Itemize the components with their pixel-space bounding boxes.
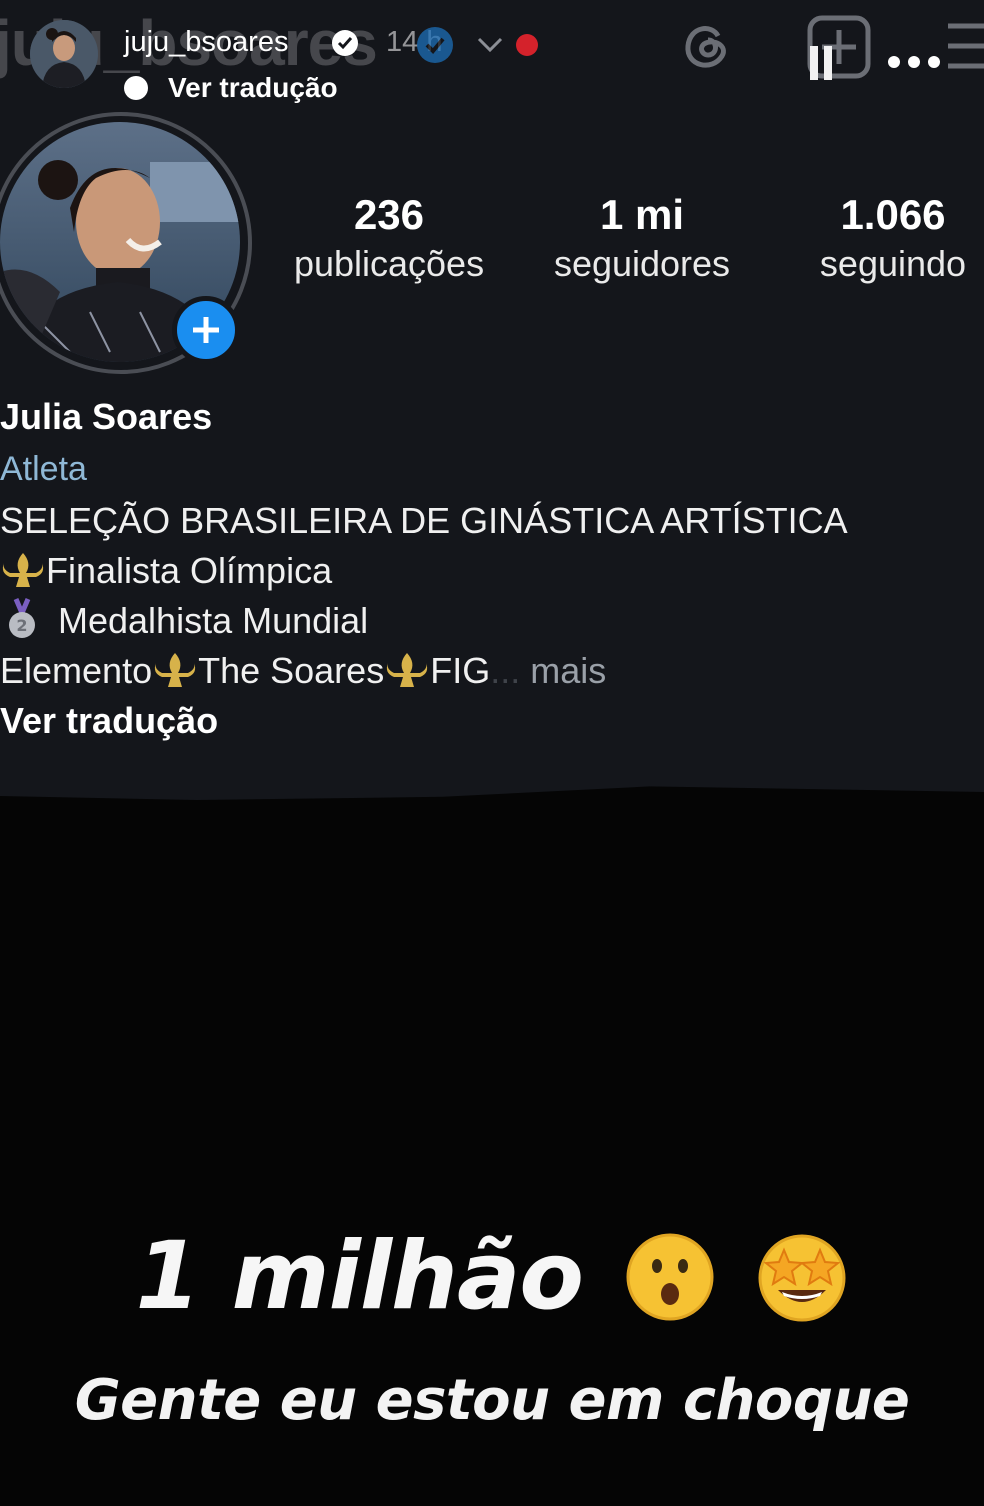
live-dot xyxy=(516,34,538,56)
profile-name: Julia Soares xyxy=(0,396,213,437)
posts-count: 236 xyxy=(353,191,425,238)
menu-icon[interactable] xyxy=(944,20,984,72)
posts-label: publicações xyxy=(293,243,485,284)
bio-more-link[interactable]: mais xyxy=(530,650,606,691)
more-dots-icon[interactable] xyxy=(884,50,944,74)
following-count: 1.066 xyxy=(840,191,946,238)
threads-icon[interactable] xyxy=(676,16,736,76)
silver-medal-icon: 2 xyxy=(9,598,35,638)
bio-ellipsis: ... xyxy=(490,650,521,691)
bio-line: Finalista Olímpica xyxy=(0,546,984,596)
following-label: seguindo xyxy=(819,243,967,284)
add-story-button[interactable] xyxy=(172,296,240,364)
bio-line: 2 Medalhista Mundial xyxy=(0,596,984,646)
following-stat[interactable]: 1.066 seguindo xyxy=(800,190,984,288)
translate-icon xyxy=(124,76,148,100)
plus-icon xyxy=(193,317,219,343)
story-username[interactable]: juju_bsoares xyxy=(124,26,288,59)
verified-badge-ghost-icon xyxy=(417,27,453,63)
profile-category: Atleta xyxy=(0,450,87,488)
bio-line: Elemento The Soares FIG... mais xyxy=(0,650,607,691)
story-avatar[interactable] xyxy=(30,20,98,88)
fleur-de-lis-icon xyxy=(154,653,196,687)
story-headline: 1 milhão xyxy=(0,1222,984,1331)
profile-bio: Julia Soares Atleta SELEÇÃO BRASILEIRA D… xyxy=(0,392,984,746)
followers-stat[interactable]: 1 mi seguidores xyxy=(530,190,754,288)
bio-translate-link[interactable]: Ver tradução xyxy=(0,696,984,746)
followers-label: seguidores xyxy=(553,243,731,284)
fleur-de-lis-icon xyxy=(387,653,428,687)
pause-icon[interactable] xyxy=(808,44,836,82)
svg-text:2: 2 xyxy=(16,616,27,635)
followers-count: 1 mi xyxy=(599,191,685,238)
story-translate-link[interactable]: Ver tradução xyxy=(124,72,338,104)
posts-stat[interactable]: 236 publicações xyxy=(270,190,508,288)
story-subline: Gente eu estou em choque xyxy=(74,1368,910,1433)
star-struck-face-icon xyxy=(758,1234,846,1322)
bio-line: SELEÇÃO BRASILEIRA DE GINÁSTICA ARTÍSTIC… xyxy=(0,500,848,541)
chevron-down-icon[interactable] xyxy=(476,34,504,54)
fleur-de-lis-icon xyxy=(2,553,44,587)
surprised-face-icon xyxy=(626,1233,714,1321)
verified-badge-icon xyxy=(332,30,358,56)
